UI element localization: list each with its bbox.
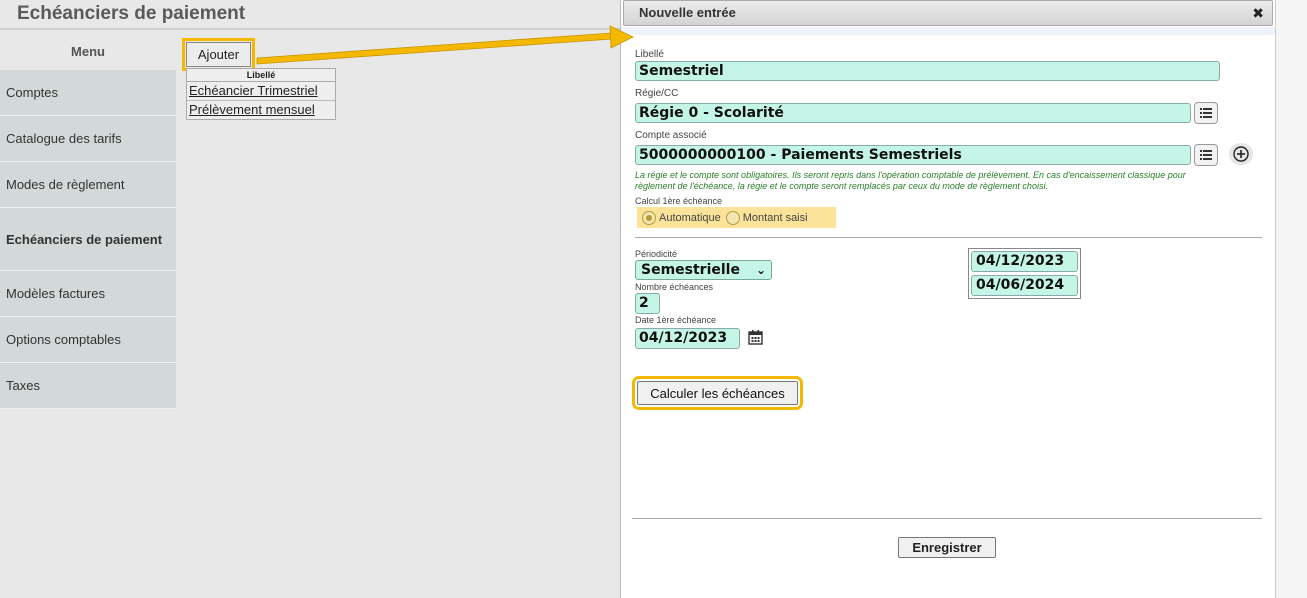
dialog-title: Nouvelle entrée (639, 5, 736, 20)
schedule-list-table: Libellé Echéancier Trimestriel Prélèveme… (186, 68, 336, 120)
nombre-field[interactable]: 2 (635, 293, 660, 314)
new-entry-dialog: Nouvelle entrée ✖ (620, 0, 1276, 598)
regie-label: Régie/CC (635, 88, 679, 99)
add-button[interactable]: Ajouter (182, 38, 255, 71)
calculate-schedule-button[interactable]: Calculer les échéances (632, 376, 803, 410)
list-icon (1200, 150, 1212, 160)
list-icon (1200, 108, 1212, 118)
periodicite-value: Semestrielle (641, 262, 740, 278)
page-title: Echéanciers de paiement (0, 0, 620, 28)
page-scroll-area (1275, 0, 1307, 598)
radio-automatique[interactable] (642, 210, 656, 225)
save-button[interactable]: Enregistrer (898, 537, 996, 558)
chevron-down-icon: ⌄ (755, 263, 766, 277)
sidebar-menu-header: Menu (0, 33, 176, 70)
date-premiere-label: Date 1ère échéance (635, 315, 717, 325)
nombre-label: Nombre échéances (635, 282, 714, 292)
schedule-date-item[interactable]: 04/12/2023 (971, 251, 1078, 272)
radio-montant-saisi-label: Montant saisi (742, 211, 808, 224)
sidebar-item-comptes[interactable]: Comptes (0, 70, 176, 116)
schedule-dates-list: 04/12/2023 04/06/2024 (968, 248, 1081, 299)
plus-circle-icon (1233, 146, 1249, 162)
compte-list-button[interactable] (1194, 144, 1218, 166)
calcul-label: Calcul 1ère échéance (635, 196, 723, 206)
sidebar-item-catalogue-tarifs[interactable]: Catalogue des tarifs (0, 116, 176, 162)
sidebar: Menu Comptes Catalogue des tarifs Modes … (0, 33, 176, 409)
calendar-icon[interactable] (748, 329, 763, 350)
compte-label: Compte associé (635, 130, 707, 141)
schedule-date-item[interactable]: 04/06/2024 (971, 275, 1078, 296)
sidebar-item-options-comptables[interactable]: Options comptables (0, 317, 176, 363)
sidebar-item-taxes[interactable]: Taxes (0, 363, 176, 409)
libelle-label: Libellé (635, 49, 664, 60)
list-item[interactable]: Prélèvement mensuel (187, 101, 335, 119)
section-divider (635, 237, 1262, 238)
radio-montant-saisi[interactable] (725, 210, 740, 225)
info-note: La régie et le compte sont obligatoires.… (635, 170, 1186, 191)
sidebar-item-echeanciers[interactable]: Echéanciers de paiement (0, 208, 176, 271)
close-icon[interactable]: ✖ (1252, 1, 1264, 25)
periodicite-label: Périodicité (635, 249, 678, 259)
compte-field[interactable]: 5000000000100 - Paiements Semestriels (635, 145, 1191, 165)
sidebar-item-modeles-factures[interactable]: Modèles factures (0, 271, 176, 317)
list-column-header: Libellé (187, 69, 335, 82)
radio-automatique-label: Automatique (659, 211, 721, 224)
dialog-header-band (621, 27, 1276, 35)
list-item[interactable]: Echéancier Trimestriel (187, 82, 335, 101)
sidebar-item-modes-reglement[interactable]: Modes de règlement (0, 162, 176, 208)
date-premiere-field[interactable]: 04/12/2023 (635, 328, 740, 349)
calcul-radio-group: Automatique Montant saisi (637, 207, 836, 228)
regie-list-button[interactable] (1194, 102, 1218, 124)
add-account-button[interactable] (1229, 143, 1253, 165)
periodicite-select[interactable]: Semestrielle ⌄ (635, 260, 772, 280)
regie-field[interactable]: Régie 0 - Scolarité (635, 103, 1191, 123)
footer-divider (632, 518, 1262, 519)
dialog-titlebar: Nouvelle entrée ✖ (623, 0, 1273, 26)
title-divider (0, 28, 620, 30)
libelle-field[interactable]: Semestriel (635, 61, 1220, 81)
